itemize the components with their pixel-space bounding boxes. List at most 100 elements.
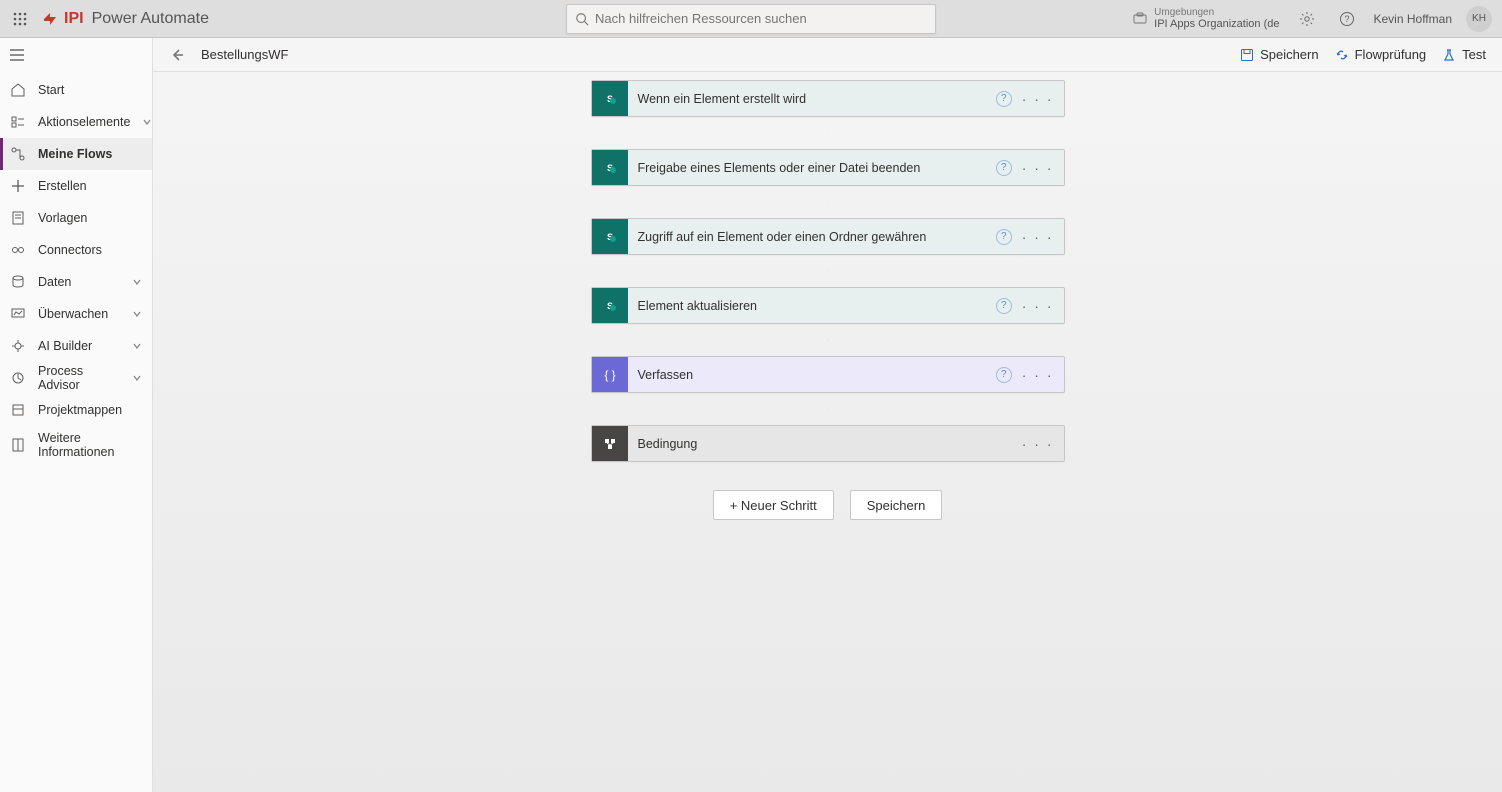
flow-arrow — [827, 397, 828, 421]
toolbar-flowcheck-button[interactable]: Flowprüfung — [1335, 47, 1427, 62]
step-menu-button[interactable]: · · · — [1022, 161, 1054, 175]
sidebar-item-weitere-informationen[interactable]: Weitere Informationen — [0, 426, 152, 464]
toolbar-save-label: Speichern — [1260, 47, 1319, 62]
step-actions: ? · · · — [996, 160, 1064, 176]
sidebar-item-process-advisor[interactable]: Process Advisor — [0, 362, 152, 394]
user-avatar[interactable]: KH — [1466, 6, 1492, 32]
main-area: Start Aktionselemente Meine Flows Erstellen… — [0, 38, 1502, 792]
back-arrow-icon — [169, 47, 185, 63]
step-menu-button[interactable]: · · · — [1022, 92, 1054, 106]
flows-icon — [10, 146, 26, 162]
toolbar-test-button[interactable]: Test — [1442, 47, 1486, 62]
book-icon — [10, 437, 26, 453]
step-help-icon[interactable]: ? — [996, 367, 1012, 383]
hamburger-icon — [10, 49, 24, 61]
step-help-icon[interactable]: ? — [996, 298, 1012, 314]
sidebar-item-label: Meine Flows — [38, 147, 142, 161]
sharepoint-icon: S — [592, 150, 628, 185]
flow-name: BestellungsWF — [201, 47, 288, 62]
step-help-icon[interactable]: ? — [996, 160, 1012, 176]
search-input[interactable] — [595, 11, 927, 26]
step-help-icon[interactable]: ? — [996, 229, 1012, 245]
sidebar-item-projektmappen[interactable]: Projektmappen — [0, 394, 152, 426]
env-label: Umgebungen — [1154, 7, 1279, 18]
step-actions: ? · · · — [996, 91, 1064, 107]
sidebar-item-start[interactable]: Start — [0, 74, 152, 106]
step-menu-button[interactable]: · · · — [1022, 230, 1054, 244]
flow-step[interactable]: { }Verfassen?· · · — [591, 356, 1065, 393]
search-box[interactable] — [566, 4, 936, 34]
chevron-down-icon — [132, 373, 142, 383]
flow-arrow — [827, 190, 828, 214]
environment-picker[interactable]: Umgebungen IPI Apps Organization (de — [1132, 7, 1279, 30]
brand-icon — [40, 9, 60, 29]
flow-arrow — [827, 259, 828, 283]
sidebar-item-label: Erstellen — [38, 179, 142, 193]
flow-step[interactable]: SWenn ein Element erstellt wird?· · · — [591, 80, 1065, 117]
search-icon — [575, 12, 589, 26]
sidebar-item-label: Projektmappen — [38, 403, 142, 417]
content: BestellungsWF Speichern Flowprüfung Test… — [153, 38, 1502, 792]
sidebar-item-connectors[interactable]: Connectors — [0, 234, 152, 266]
flow-step[interactable]: SZugriff auf ein Element oder einen Ordn… — [591, 218, 1065, 255]
sidebar-item-erstellen[interactable]: Erstellen — [0, 170, 152, 202]
brand-logo[interactable]: IPI — [40, 9, 84, 29]
flow-step[interactable]: SElement aktualisieren?· · · — [591, 287, 1065, 324]
flow-canvas[interactable]: SWenn ein Element erstellt wird?· · ·SFr… — [153, 72, 1502, 792]
chevron-down-icon — [142, 117, 152, 127]
sidebar-item-ai-builder[interactable]: AI Builder — [0, 330, 152, 362]
template-icon — [10, 210, 26, 226]
sidebar-item-daten[interactable]: Daten — [0, 266, 152, 298]
compose-icon: { } — [592, 357, 628, 392]
step-menu-button[interactable]: · · · — [1022, 299, 1054, 313]
arrow-down-icon — [827, 187, 828, 217]
data-icon — [10, 274, 26, 290]
chevron-down-icon — [132, 309, 142, 319]
sidebar: Start Aktionselemente Meine Flows Erstellen… — [0, 38, 153, 792]
ai-icon — [10, 338, 26, 354]
step-title: Bedingung — [628, 437, 1022, 451]
top-right-controls: Umgebungen IPI Apps Organization (de ? K… — [1132, 6, 1496, 32]
home-icon — [10, 82, 26, 98]
waffle-menu[interactable] — [6, 5, 34, 33]
sidebar-item-vorlagen[interactable]: Vorlagen — [0, 202, 152, 234]
sidebar-item-überwachen[interactable]: Überwachen — [0, 298, 152, 330]
canvas-save-button[interactable]: Speichern — [850, 490, 943, 520]
back-button[interactable] — [169, 47, 185, 63]
sidebar-item-meine-flows[interactable]: Meine Flows — [0, 138, 152, 170]
step-menu-button[interactable]: · · · — [1022, 368, 1054, 382]
flow-step[interactable]: SFreigabe eines Elements oder einer Date… — [591, 149, 1065, 186]
step-actions: · · · — [1022, 437, 1064, 451]
brand-text: IPI — [64, 10, 84, 28]
step-menu-button[interactable]: · · · — [1022, 437, 1054, 451]
sharepoint-icon: S — [592, 219, 628, 254]
svg-text:?: ? — [1344, 14, 1349, 24]
flow-arrow — [827, 121, 828, 145]
help-button[interactable]: ? — [1334, 6, 1360, 32]
flow-arrow — [827, 328, 828, 352]
sidebar-item-aktionselemente[interactable]: Aktionselemente — [0, 106, 152, 138]
sidebar-item-label: Start — [38, 83, 142, 97]
chevron-down-icon — [132, 277, 142, 287]
items-icon — [10, 114, 26, 130]
sharepoint-icon: S — [592, 81, 628, 116]
step-title: Zugriff auf ein Element oder einen Ordne… — [628, 230, 996, 244]
sidebar-item-label: Vorlagen — [38, 211, 142, 225]
save-icon — [1240, 48, 1254, 62]
sidebar-item-label: Überwachen — [38, 307, 120, 321]
plus-icon — [10, 178, 26, 194]
toolbar-save-button[interactable]: Speichern — [1240, 47, 1319, 62]
canvas-buttons: + Neuer Schritt Speichern — [713, 490, 943, 520]
step-help-icon[interactable]: ? — [996, 91, 1012, 107]
flow-step[interactable]: Bedingung· · · — [591, 425, 1065, 462]
new-step-button[interactable]: + Neuer Schritt — [713, 490, 834, 520]
gear-icon — [1299, 11, 1315, 27]
step-title: Freigabe eines Elements oder einer Datei… — [628, 161, 996, 175]
hamburger-button[interactable] — [0, 40, 152, 70]
arrow-down-icon — [827, 118, 828, 148]
step-actions: ? · · · — [996, 367, 1064, 383]
step-actions: ? · · · — [996, 229, 1064, 245]
arrow-down-icon — [827, 325, 828, 355]
environment-text: Umgebungen IPI Apps Organization (de — [1154, 7, 1279, 30]
settings-button[interactable] — [1294, 6, 1320, 32]
